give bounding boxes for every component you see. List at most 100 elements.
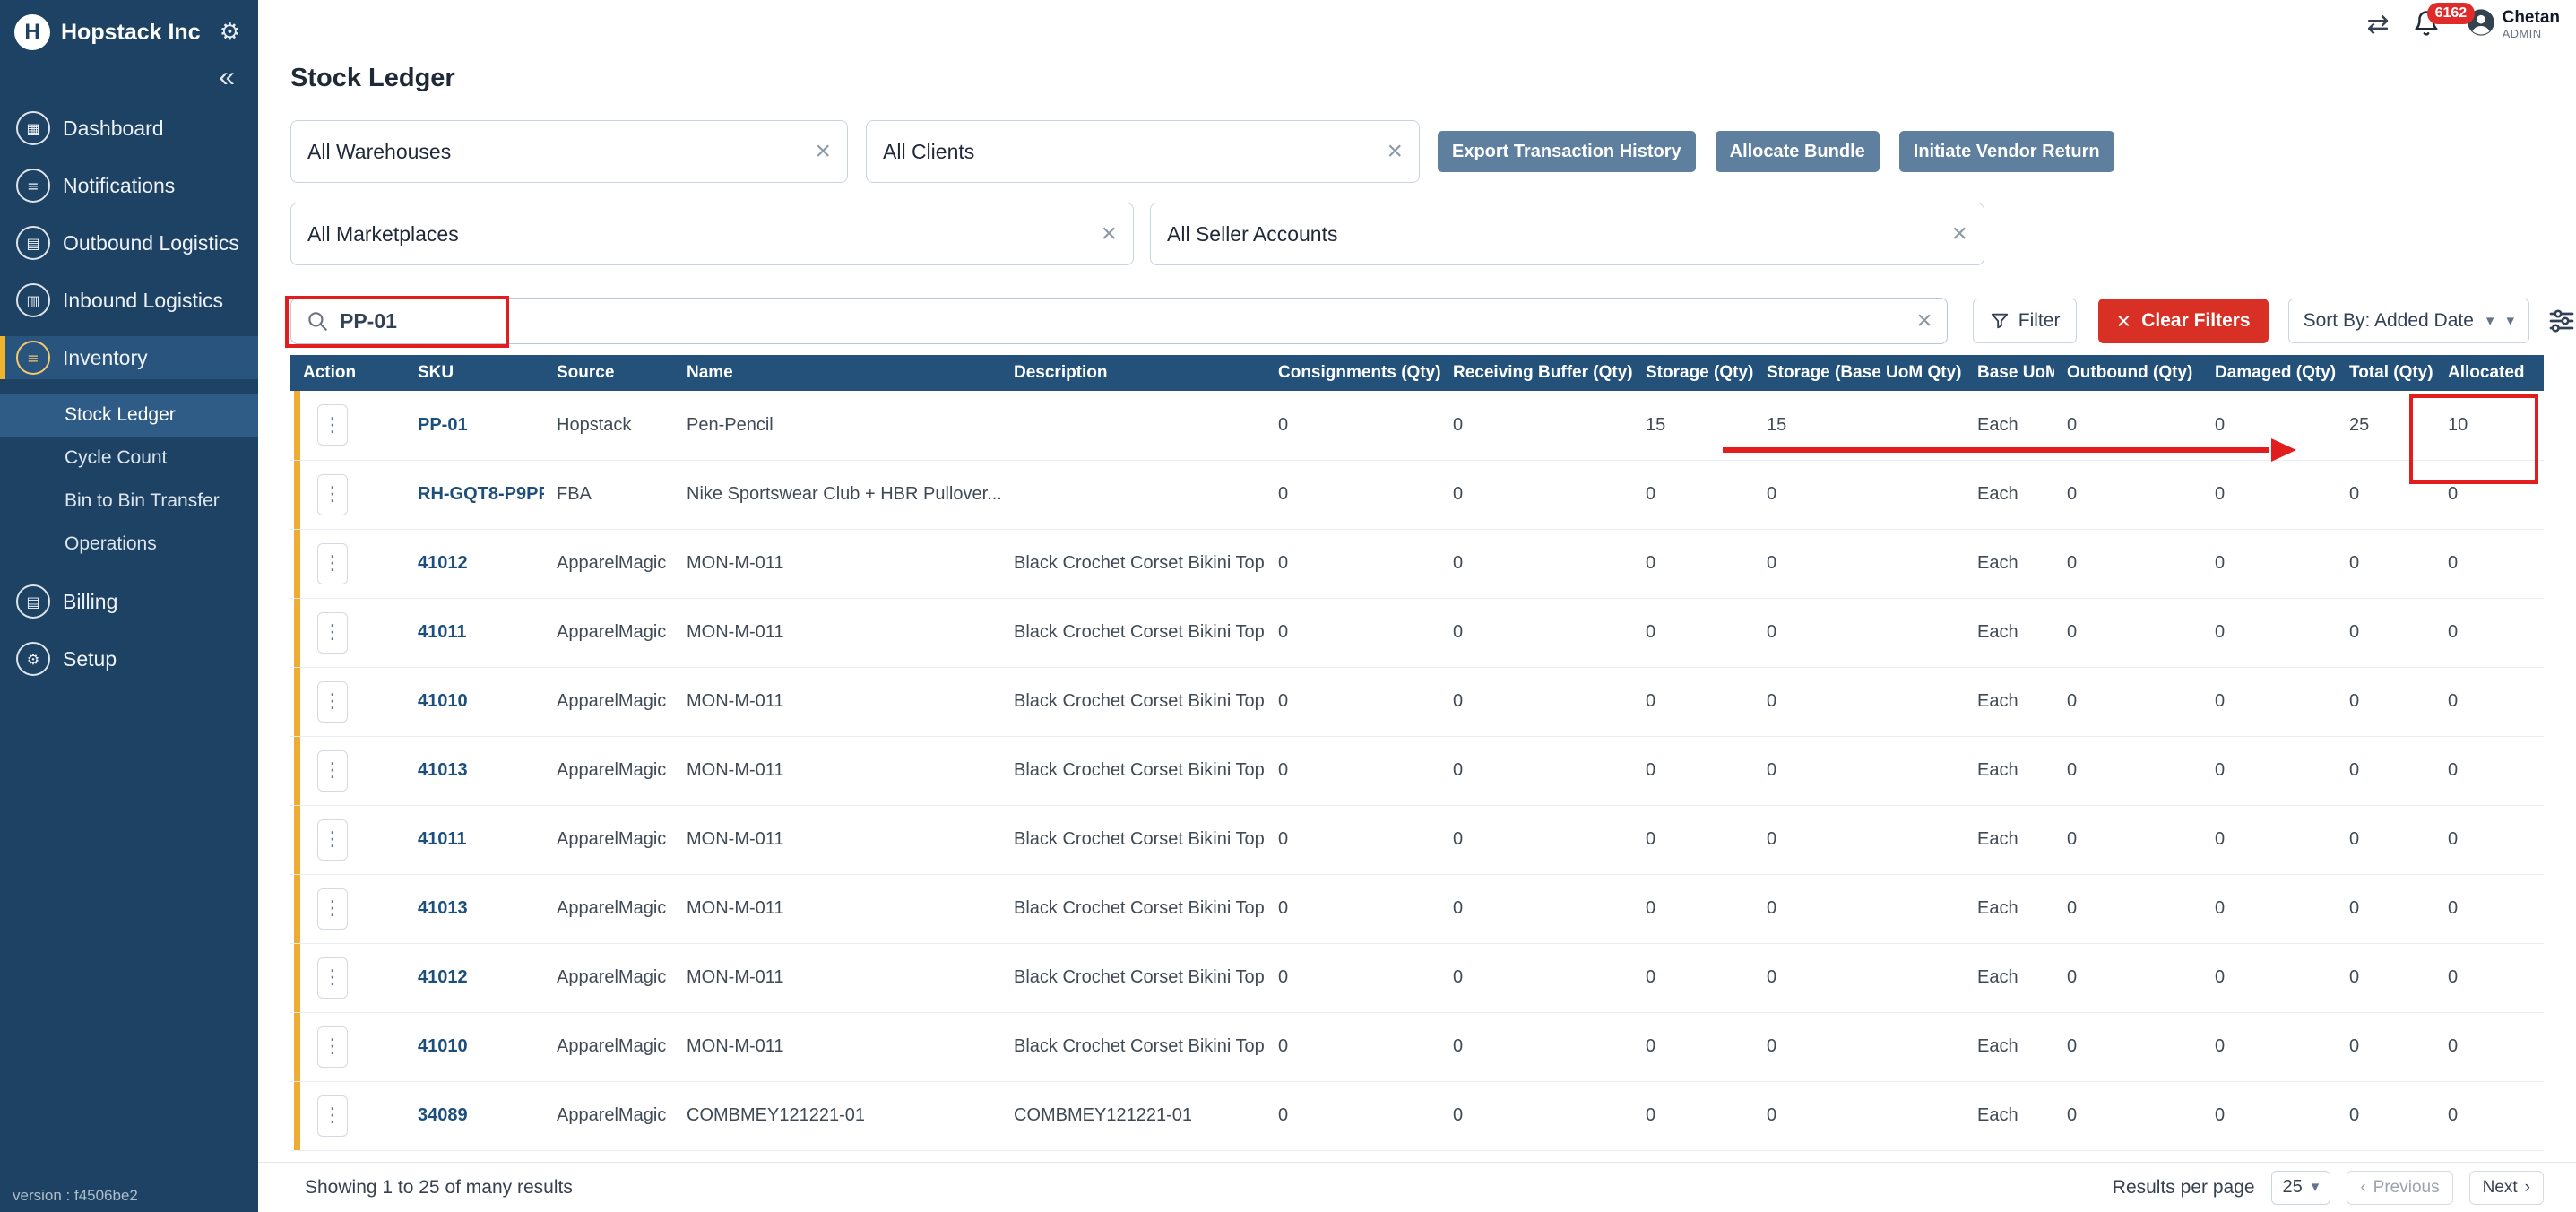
allocate-bundle-button[interactable]: Allocate Bundle <box>1716 131 1880 172</box>
seller-accounts-filter[interactable]: All Seller Accounts × <box>1150 203 1984 265</box>
sidebar-item-inbound-logistics[interactable]: ▥ Inbound Logistics <box>0 279 258 322</box>
action-cell: ⋮ <box>290 736 405 805</box>
source-cell: ApparelMagic <box>544 667 674 736</box>
description-cell: Black Crochet Corset Bikini Top <box>1001 874 1266 943</box>
row-actions-button[interactable]: ⋮ <box>317 612 348 654</box>
page-title: Stock Ledger <box>290 64 2576 93</box>
description-cell: Black Crochet Corset Bikini Top <box>1001 1012 1266 1081</box>
clear-warehouses-icon[interactable]: × <box>815 138 831 165</box>
sku-link[interactable]: PP-01 <box>418 415 468 435</box>
storage-base-uom-qty-cell: 0 <box>1754 874 1965 943</box>
user-menu[interactable]: Chetan ADMIN <box>2467 8 2560 41</box>
sku-link[interactable]: 41012 <box>418 967 468 987</box>
notifications-bell-button[interactable]: 6162 <box>2413 10 2443 40</box>
clear-seller-accounts-icon[interactable]: × <box>1951 221 1967 247</box>
base-uom-cell: Each <box>1965 1012 2054 1081</box>
clear-clients-icon[interactable]: × <box>1387 138 1403 165</box>
notification-count-badge: 6162 <box>2427 3 2476 24</box>
sku-link[interactable]: 41010 <box>418 1036 468 1056</box>
row-actions-button[interactable]: ⋮ <box>317 819 348 861</box>
storage-base-uom-qty-cell: 0 <box>1754 943 1965 1012</box>
col-header-consignments: Consignments (Qty) <box>1266 355 1440 391</box>
search-input[interactable] <box>340 309 1891 333</box>
chevron-down-icon[interactable]: ▾ <box>2486 314 2494 329</box>
allocated-cell: 0 <box>2435 529 2544 598</box>
sidebar-item-label: Outbound Logistics <box>63 231 239 255</box>
sidebar-item-outbound-logistics[interactable]: ▤ Outbound Logistics <box>0 221 258 264</box>
clients-filter[interactable]: All Clients × <box>866 120 1420 183</box>
row-actions-button[interactable]: ⋮ <box>317 474 348 515</box>
sku-link[interactable]: RH-GQT8-P9PP <box>418 484 544 504</box>
row-actions-button[interactable]: ⋮ <box>317 750 348 792</box>
sku-link[interactable]: 41013 <box>418 898 468 918</box>
search-bar: × <box>290 298 1948 344</box>
col-header-receiving-buffer: Receiving Buffer (Qty) <box>1440 355 1633 391</box>
per-page-select[interactable]: 25 ▾ <box>2271 1171 2331 1205</box>
sidebar-item-operations[interactable]: Operations <box>0 523 258 566</box>
total-qty-cell: 0 <box>2337 874 2435 943</box>
base-uom-cell: Each <box>1965 667 2054 736</box>
transfer-arrows-icon[interactable]: ⇄ <box>2366 12 2389 39</box>
sku-link[interactable]: 41011 <box>418 829 467 849</box>
sort-dropdown[interactable]: Sort By: Added Date ▾ ▾ <box>2288 299 2529 343</box>
row-accent-bar <box>294 1082 300 1150</box>
warehouses-filter-value: All Warehouses <box>307 140 451 164</box>
consignments-qty-cell: 0 <box>1266 529 1440 598</box>
clear-search-icon[interactable]: × <box>1916 307 1932 334</box>
storage-base-uom-qty-cell: 0 <box>1754 667 1965 736</box>
row-accent-bar <box>294 391 300 460</box>
sidebar-item-setup[interactable]: ⚙ Setup <box>0 637 258 680</box>
row-actions-button[interactable]: ⋮ <box>317 1095 348 1137</box>
total-qty-cell: 25 <box>2337 391 2435 460</box>
col-header-description: Description <box>1001 355 1266 391</box>
name-cell: Pen-Pencil <box>674 391 1001 460</box>
action-cell: ⋮ <box>290 874 405 943</box>
clear-marketplaces-icon[interactable]: × <box>1101 221 1117 247</box>
row-actions-button[interactable]: ⋮ <box>317 404 348 446</box>
sidebar-item-inventory[interactable]: ≡ Inventory <box>0 336 258 379</box>
storage-base-uom-qty-cell: 0 <box>1754 598 1965 667</box>
row-actions-button[interactable]: ⋮ <box>317 681 348 723</box>
allocated-cell: 0 <box>2435 805 2544 874</box>
outbound-qty-cell: 0 <box>2054 460 2202 529</box>
sku-link[interactable]: 41010 <box>418 691 468 711</box>
previous-page-button[interactable]: ‹ Previous <box>2347 1171 2452 1205</box>
sidebar-item-stock-ledger[interactable]: Stock Ledger <box>0 394 258 437</box>
damaged-qty-cell: 0 <box>2202 805 2337 874</box>
sku-cell: 41013 <box>405 736 544 805</box>
collapse-sidebar-icon[interactable]: « <box>219 62 235 91</box>
receiving-buffer-qty-cell: 0 <box>1440 874 1633 943</box>
allocated-cell: 0 <box>2435 943 2544 1012</box>
chevron-down-icon[interactable]: ▾ <box>2506 314 2514 329</box>
clear-filters-button[interactable]: × Clear Filters <box>2098 299 2268 343</box>
sidebar-item-cycle-count[interactable]: Cycle Count <box>0 437 258 480</box>
row-actions-button[interactable]: ⋮ <box>317 957 348 999</box>
sku-link[interactable]: 41013 <box>418 760 468 780</box>
advanced-filters-button[interactable] <box>2547 307 2576 335</box>
sidebar-item-billing[interactable]: ▤ Billing <box>0 580 258 623</box>
warehouses-filter[interactable]: All Warehouses × <box>290 120 848 183</box>
sidebar-item-dashboard[interactable]: ▦ Dashboard <box>0 107 258 150</box>
consignments-qty-cell: 0 <box>1266 391 1440 460</box>
row-actions-button[interactable]: ⋮ <box>317 1026 348 1068</box>
sidebar-item-bin-to-bin-transfer[interactable]: Bin to Bin Transfer <box>0 480 258 523</box>
table-row: ⋮ 41013 ApparelMagic MON-M-011 Black Cro… <box>290 874 2544 943</box>
sku-link[interactable]: 41011 <box>418 622 467 642</box>
initiate-vendor-return-button[interactable]: Initiate Vendor Return <box>1899 131 2114 172</box>
row-actions-button[interactable]: ⋮ <box>317 888 348 930</box>
export-transaction-history-button[interactable]: Export Transaction History <box>1438 131 1696 172</box>
sidebar-item-notifications[interactable]: ≡ Notifications <box>0 164 258 207</box>
sku-link[interactable]: 34089 <box>418 1105 468 1125</box>
gear-icon[interactable]: ⚙ <box>220 19 240 46</box>
filter-button[interactable]: Filter <box>1973 299 2078 343</box>
search-row: × Filter × Clear Filters Sort By: Added … <box>290 298 2576 344</box>
sku-link[interactable]: 41012 <box>418 553 468 573</box>
outbound-qty-cell: 0 <box>2054 667 2202 736</box>
stock-table-body: ⋮ PP-01 Hopstack Pen-Pencil 0 0 15 15 Ea… <box>290 391 2544 1150</box>
name-cell: MON-M-011 <box>674 598 1001 667</box>
next-page-button[interactable]: Next › <box>2469 1171 2544 1205</box>
row-actions-button[interactable]: ⋮ <box>317 543 348 584</box>
filter-row-1: All Warehouses × All Clients × Export Tr… <box>290 120 2576 183</box>
action-cell: ⋮ <box>290 598 405 667</box>
marketplaces-filter[interactable]: All Marketplaces × <box>290 203 1134 265</box>
